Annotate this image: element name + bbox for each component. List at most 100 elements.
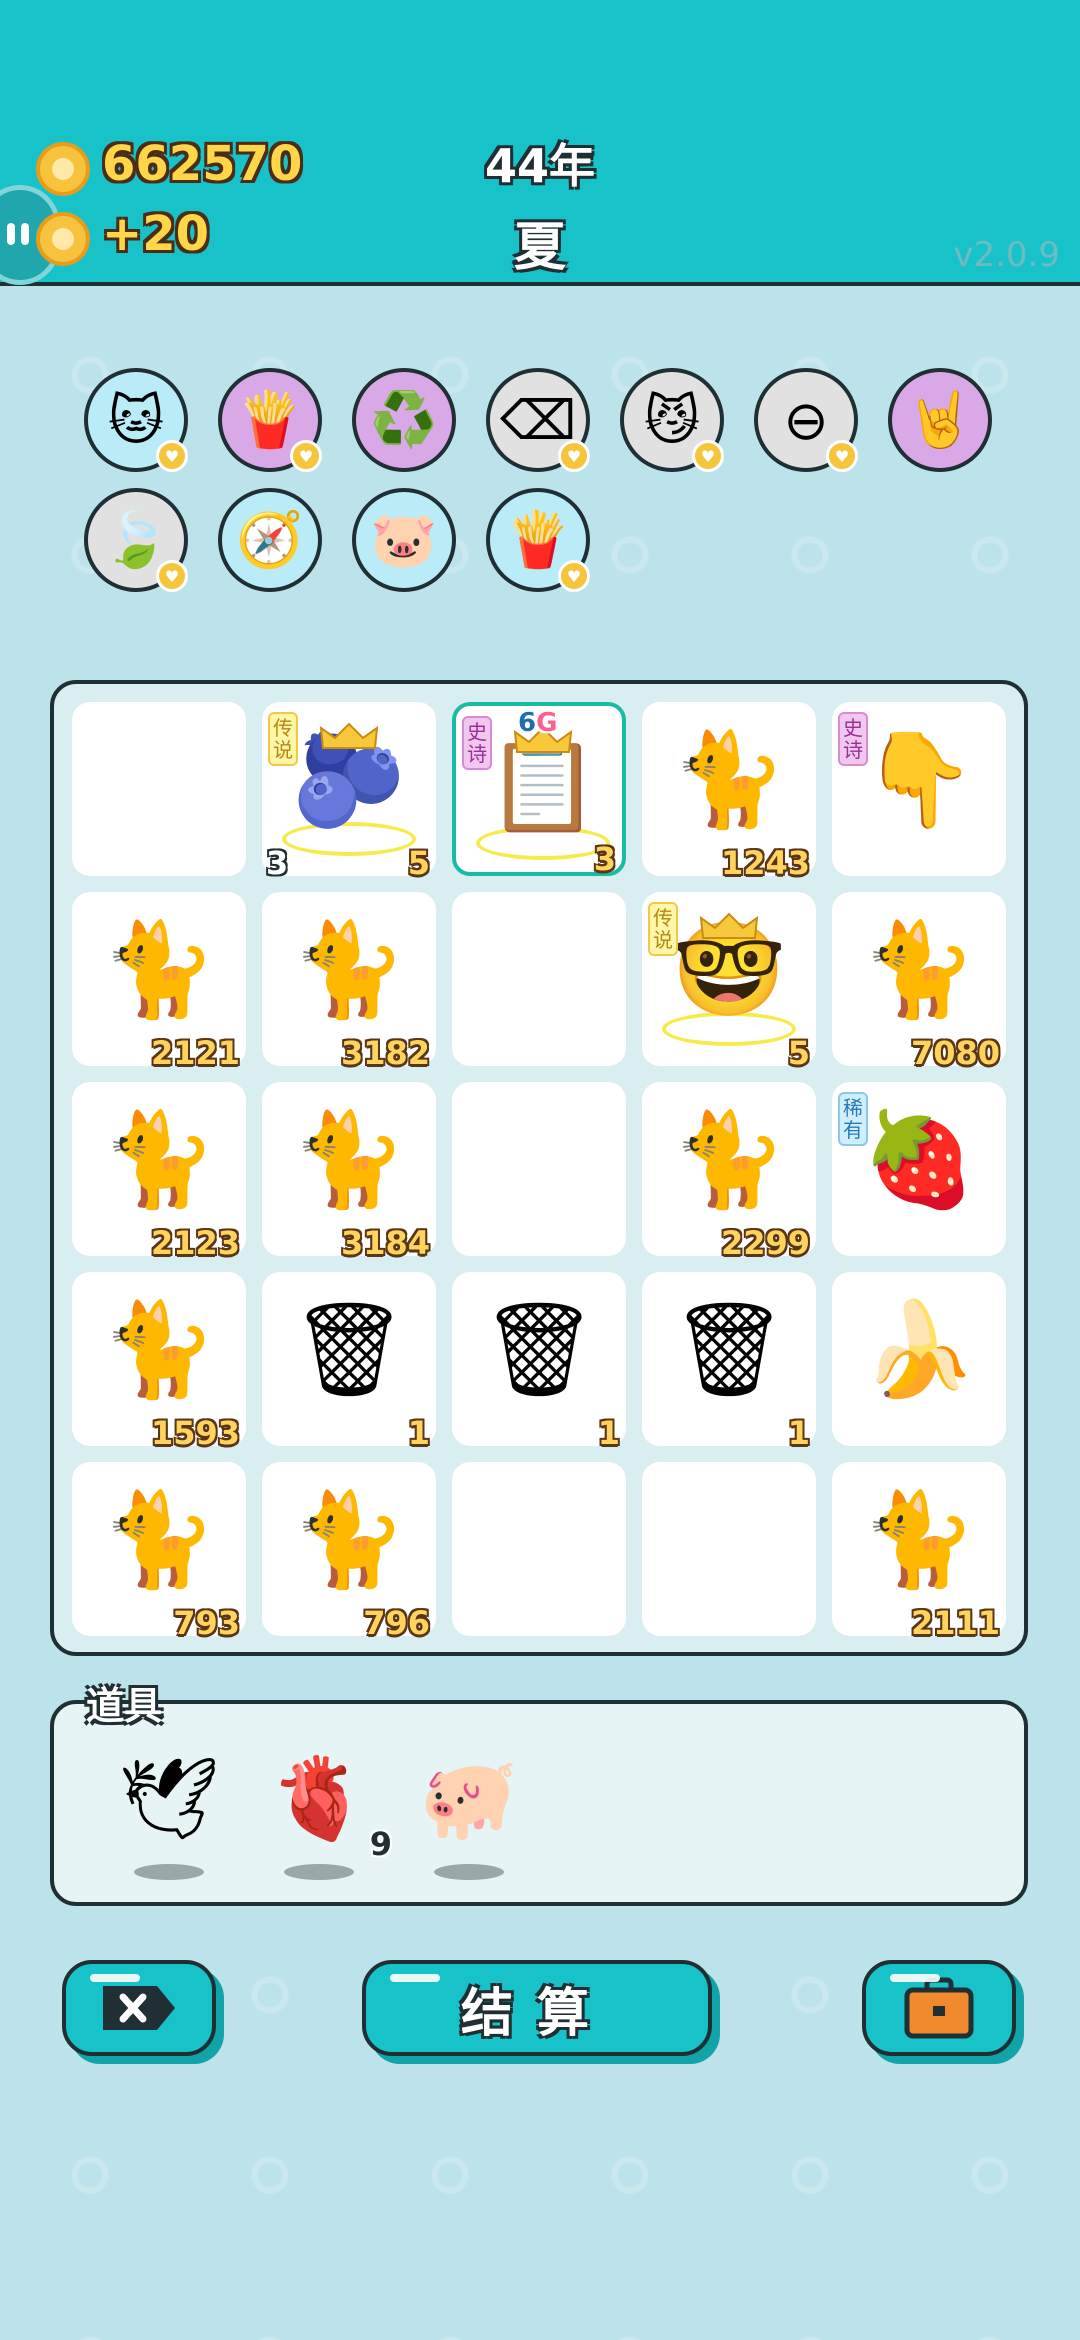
tool-button[interactable]: 🍟 ♥	[486, 488, 590, 592]
crown-icon	[319, 722, 379, 749]
prop-shadow	[434, 1864, 504, 1880]
board-cell[interactable]: 🐈 2121	[72, 892, 246, 1072]
piggy-bank-icon: 🐷	[370, 508, 438, 571]
item-count: 796	[363, 1604, 430, 1642]
board-cell[interactable]: 📋 6G 史诗 3	[452, 702, 626, 878]
rarity-tag: 史诗	[462, 716, 492, 770]
board-cell[interactable]: 🐈 793	[72, 1462, 246, 1642]
item-count: 2123	[150, 1224, 240, 1262]
board-cell[interactable]: 🐈 796	[262, 1462, 436, 1642]
coin-income: +20	[102, 206, 210, 262]
item-count: 3182	[340, 1034, 430, 1072]
item-count: 1593	[150, 1414, 240, 1452]
cat-icon: 🐈	[671, 726, 787, 833]
board-cell[interactable]: 🗑 1	[452, 1272, 626, 1452]
board-cell[interactable]: 🗑 1	[262, 1272, 436, 1452]
rock-hand-icon: 🤘	[906, 388, 974, 451]
tool-button[interactable]: 🤘	[888, 368, 992, 472]
item-count: 3	[593, 840, 616, 878]
liver-icon: 🫀	[269, 1752, 369, 1845]
board-cell[interactable]: 🍓 稀有	[832, 1082, 1006, 1256]
board-cell[interactable]: 🐈 2299	[642, 1082, 816, 1262]
prop-count: 9	[369, 1825, 392, 1863]
delete-button[interactable]	[62, 1960, 216, 2056]
item-count: 793	[173, 1604, 240, 1642]
heart-coin-icon: ♥	[156, 560, 188, 592]
board-cell[interactable]: 🐈 7080	[832, 892, 1006, 1072]
board-cell[interactable]: 🐈 2111	[832, 1462, 1006, 1642]
prop-shadow	[284, 1864, 354, 1880]
tool-button[interactable]: ♻️	[352, 368, 456, 472]
board-cell[interactable]: 🐈 1593	[72, 1272, 246, 1452]
size-unit: G	[536, 708, 558, 738]
tool-button[interactable]: ⊖ ♥	[754, 368, 858, 472]
piggy-bank-icon: 🐖	[419, 1752, 519, 1845]
item-count: 1243	[720, 844, 810, 882]
cat-icon: 🐈	[861, 916, 977, 1023]
button-highlight	[90, 1974, 140, 1982]
board-cell[interactable]: 🍌	[832, 1272, 1006, 1446]
trash-bag-icon: 🗑	[670, 1296, 788, 1403]
tool-button[interactable]: ⌫ ♥	[486, 368, 590, 472]
size-indicator: 6G	[518, 708, 557, 738]
prop-item[interactable]: 🫀 9	[264, 1744, 392, 1894]
compass-icon: 🧭	[236, 508, 304, 571]
board-cell[interactable]: 🐈 3184	[262, 1082, 436, 1262]
item-count: 7080	[910, 1034, 1000, 1072]
bird-icon: 🕊	[118, 1752, 220, 1845]
board-cell[interactable]: 🐈 3182	[262, 892, 436, 1072]
board-cell[interactable]	[452, 1462, 626, 1636]
cat-icon: 🐈	[861, 1486, 977, 1593]
leaf-icon: 🍃	[102, 508, 170, 571]
settle-button[interactable]: 结算	[362, 1960, 712, 2056]
trash-bag-icon: 🗑	[290, 1296, 408, 1403]
top-bar: 662570 +20 44年 夏 v2.0.9	[0, 0, 1080, 286]
board-cell[interactable]: 🤓 传说 5	[642, 892, 816, 1072]
version-label: v2.0.9	[953, 235, 1060, 275]
recycle-icon: ♻️	[370, 388, 438, 451]
size-number: 6	[518, 708, 537, 738]
tool-button[interactable]: 😼 ♥	[620, 368, 724, 472]
item-level: 3	[266, 844, 289, 882]
item-count: 2111	[910, 1604, 1000, 1642]
tool-button[interactable]: 🍟 ♥	[218, 368, 322, 472]
heart-coin-icon: ♥	[290, 440, 322, 472]
board-cell[interactable]: 👇 史诗	[832, 702, 1006, 876]
board-cell[interactable]: 🫐 传说 5 3	[262, 702, 436, 882]
item-count: 3184	[340, 1224, 430, 1262]
board-cell[interactable]	[452, 892, 626, 1066]
board-cell[interactable]	[642, 1462, 816, 1636]
prop-item[interactable]: 🐖	[414, 1744, 524, 1894]
briefcase-icon	[904, 1977, 974, 2039]
coin-income-icon	[36, 212, 90, 266]
settle-label: 结算	[460, 1983, 613, 2044]
tool-button[interactable]: 🐱 ♥	[84, 368, 188, 472]
board-cell[interactable]: 🐈 2123	[72, 1082, 246, 1262]
button-highlight	[890, 1974, 940, 1982]
tool-button[interactable]: 🐷	[352, 488, 456, 592]
item-count: 5	[787, 1034, 810, 1072]
cat-icon: 🐈	[291, 1486, 407, 1593]
board-cell[interactable]	[452, 1082, 626, 1256]
two-cats-icon: 😼	[643, 388, 701, 452]
trash-bag-icon: 🗑	[480, 1296, 598, 1403]
tool-button[interactable]: 🍃 ♥	[84, 488, 188, 592]
board-cell[interactable]: 🗑 1	[642, 1272, 816, 1452]
game-board: 🫐 传说 5 3 📋 6G 史诗 3 🐈 1243 👇 史诗 🐈 2121 🐈 3182 🤓 传说 5 🐈 7080 🐈 2…	[50, 680, 1028, 1656]
board-cell[interactable]	[72, 702, 246, 876]
item-count: 1	[597, 1414, 620, 1452]
heart-coin-icon: ♥	[558, 440, 590, 472]
bag-button[interactable]	[862, 1960, 1016, 2056]
item-count: 1	[407, 1414, 430, 1452]
cat-icon: 🐈	[101, 1296, 217, 1403]
props-title: 道具	[86, 1684, 163, 1728]
cat-icon: 🐈	[291, 916, 407, 1023]
rarity-tag: 传说	[268, 712, 298, 766]
prop-item[interactable]: 🕊	[114, 1744, 224, 1894]
rarity-tag: 史诗	[838, 712, 868, 766]
banana-icon: 🍌	[861, 1296, 977, 1403]
board-cell[interactable]: 🐈 1243	[642, 702, 816, 882]
props-panel: 🕊 🫀 9 🐖	[50, 1700, 1028, 1906]
tool-button[interactable]: 🧭	[218, 488, 322, 592]
item-count: 2121	[150, 1034, 240, 1072]
